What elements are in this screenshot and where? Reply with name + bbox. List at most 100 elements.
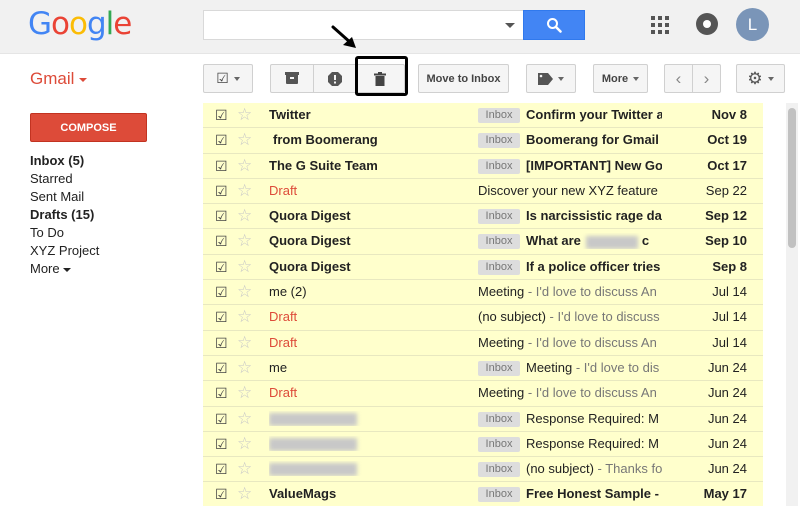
star-icon[interactable]: ☆ (237, 460, 252, 477)
sidebar-item-more[interactable]: More (30, 260, 190, 278)
inbox-label-badge[interactable]: Inbox (478, 411, 520, 427)
star-icon[interactable]: ☆ (237, 359, 252, 376)
email-sender-name: Twitter (269, 107, 311, 122)
inbox-label-badge[interactable]: Inbox (478, 436, 520, 452)
email-row[interactable]: ☑ ☆ Inbox Response Required: M Jun 24 (203, 406, 763, 432)
row-checkbox[interactable]: ☑ (215, 159, 230, 174)
star-icon[interactable]: ☆ (237, 207, 252, 224)
email-row[interactable]: ☑ ☆ The G Suite Team Inbox [IMPORTANT] New G… (203, 153, 763, 179)
row-checkbox[interactable]: ☑ (215, 487, 230, 502)
redacted-sender (269, 412, 357, 426)
inbox-label-badge[interactable]: Inbox (478, 158, 520, 174)
search-input[interactable] (203, 10, 523, 40)
star-icon[interactable]: ☆ (237, 182, 252, 199)
sidebar-item-starred[interactable]: Starred (30, 170, 190, 188)
inbox-label-badge[interactable]: Inbox (478, 108, 520, 123)
email-row[interactable]: ☑ ☆ Draft Meeting - I'd love to discuss An J… (203, 330, 763, 356)
row-checkbox[interactable]: ☑ (215, 209, 230, 224)
star-icon[interactable]: ☆ (237, 157, 252, 174)
email-row[interactable]: ☑ ☆ Draft (no subject) - I'd love to discus… (203, 305, 763, 331)
email-snippet: - I'd love to discuss (545, 309, 660, 325)
email-row[interactable]: ☑ ☆ Quora Digest Inbox If a police officer t… (203, 254, 763, 281)
gmail-app-switcher[interactable]: Gmail (30, 69, 88, 89)
star-icon[interactable]: ☆ (237, 384, 252, 401)
star-icon[interactable]: ☆ (237, 308, 252, 325)
email-subject-text: Confirm your Twitter a (526, 107, 662, 122)
star-icon[interactable]: ☆ (237, 485, 252, 502)
more-actions-label: More (601, 72, 629, 85)
search-button[interactable] (523, 10, 585, 40)
email-row[interactable]: ☑ ☆ Twitter Inbox Confirm your Twitter a Nov … (203, 103, 763, 129)
email-subject-text: Boomerang for Gmail (526, 132, 659, 148)
star-icon[interactable]: ☆ (237, 283, 252, 300)
inbox-label-badge[interactable]: Inbox (478, 209, 520, 225)
row-checkbox[interactable]: ☑ (215, 412, 230, 427)
inbox-label-badge[interactable]: Inbox (478, 133, 520, 149)
email-row[interactable]: ☑ ☆ Quora Digest Inbox What are c Sep 10 (203, 229, 763, 255)
inbox-label-badge[interactable]: Inbox (478, 234, 520, 250)
gmail-label: Gmail (30, 69, 75, 88)
row-checkbox[interactable]: ☑ (215, 184, 230, 199)
email-row[interactable]: ☑ ☆ Draft Discover your new XYZ feature Sep … (203, 178, 763, 205)
star-icon[interactable]: ☆ (237, 106, 252, 123)
email-row[interactable]: ☑ ☆ Draft Meeting - I'd love to discuss An J… (203, 381, 763, 407)
row-checkbox[interactable]: ☑ (215, 386, 230, 401)
row-checkbox[interactable]: ☑ (215, 336, 230, 351)
newer-button[interactable]: ‹ (664, 64, 693, 93)
row-checkbox[interactable]: ☑ (215, 462, 230, 477)
star-icon[interactable]: ☆ (237, 131, 252, 148)
star-icon[interactable]: ☆ (237, 232, 252, 249)
email-date: Jun 24 (707, 359, 747, 375)
row-checkbox[interactable]: ☑ (215, 234, 230, 249)
scrollbar-thumb[interactable] (788, 108, 796, 248)
apps-grid-icon[interactable] (651, 16, 669, 34)
settings-button[interactable]: ⚙ (736, 64, 785, 93)
archive-button[interactable] (270, 64, 314, 93)
account-avatar[interactable]: L (736, 8, 769, 41)
email-row[interactable]: ☑ ☆ me Inbox Meeting - I'd love to dis Jun 24 (203, 355, 763, 382)
select-all-checkbox-button[interactable]: ☑ (203, 64, 253, 93)
sidebar-nav: Inbox (5) Starred Sent Mail Drafts (15) To D… (30, 152, 190, 278)
label-tag-icon (538, 72, 553, 85)
email-row[interactable]: ☑ ☆ Quora Digest Inbox Is narcissistic rage … (203, 204, 763, 230)
email-subject-text: Discover your new XYZ feature (478, 182, 658, 198)
row-checkbox[interactable]: ☑ (215, 361, 230, 376)
row-checkbox[interactable]: ☑ (215, 108, 230, 123)
search-options-caret-icon[interactable] (505, 23, 515, 28)
sidebar-item-drafts-15[interactable]: Drafts (15) (30, 206, 190, 224)
notifications-icon[interactable] (696, 13, 718, 35)
star-icon[interactable]: ☆ (237, 410, 252, 427)
star-icon[interactable]: ☆ (237, 334, 252, 351)
inbox-label-badge[interactable]: Inbox (478, 462, 520, 478)
email-subject: Boomerang for Gmail (526, 132, 662, 147)
email-row[interactable]: ☑ ☆ Inbox (no subject) - Thanks fo Jun 24 (203, 457, 763, 483)
report-spam-button[interactable] (313, 64, 356, 93)
sidebar-item-sent-mail[interactable]: Sent Mail (30, 188, 190, 206)
star-icon[interactable]: ☆ (237, 435, 252, 452)
email-row[interactable]: ☑ ☆ from Boomerang Inbox Boomerang for Gmail… (203, 128, 763, 154)
row-checkbox[interactable]: ☑ (215, 437, 230, 452)
sidebar-item-to-do[interactable]: To Do (30, 224, 190, 242)
older-button[interactable]: › (692, 64, 721, 93)
row-checkbox[interactable]: ☑ (215, 310, 230, 325)
sidebar-item-inbox-5[interactable]: Inbox (5) (30, 152, 190, 170)
row-checkbox[interactable]: ☑ (215, 133, 230, 148)
row-checkbox[interactable]: ☑ (215, 260, 230, 275)
google-logo[interactable]: Google (28, 6, 132, 42)
sidebar-item-xyz-project[interactable]: XYZ Project (30, 242, 190, 260)
inbox-label-badge[interactable]: Inbox (478, 487, 520, 503)
email-row[interactable]: ☑ ☆ Inbox Response Required: M Jun 24 (203, 431, 763, 458)
email-row[interactable]: ☑ ☆ ValueMags Inbox Free Honest Sample - May … (203, 482, 763, 506)
labels-button[interactable] (526, 64, 576, 93)
email-row[interactable]: ☑ ☆ me (2) Meeting - I'd love to discuss An… (203, 280, 763, 306)
logo-letter: l (105, 6, 115, 42)
more-actions-button[interactable]: More (593, 64, 648, 93)
compose-button[interactable]: COMPOSE (30, 113, 147, 142)
row-checkbox[interactable]: ☑ (215, 285, 230, 300)
email-snippet: - I'd love to discuss An (524, 385, 657, 401)
star-icon[interactable]: ☆ (237, 258, 252, 275)
email-date: Jun 24 (707, 461, 747, 477)
inbox-label-badge[interactable]: Inbox (478, 360, 520, 376)
move-to-inbox-button[interactable]: Move to Inbox (418, 64, 509, 93)
inbox-label-badge[interactable]: Inbox (478, 259, 520, 275)
